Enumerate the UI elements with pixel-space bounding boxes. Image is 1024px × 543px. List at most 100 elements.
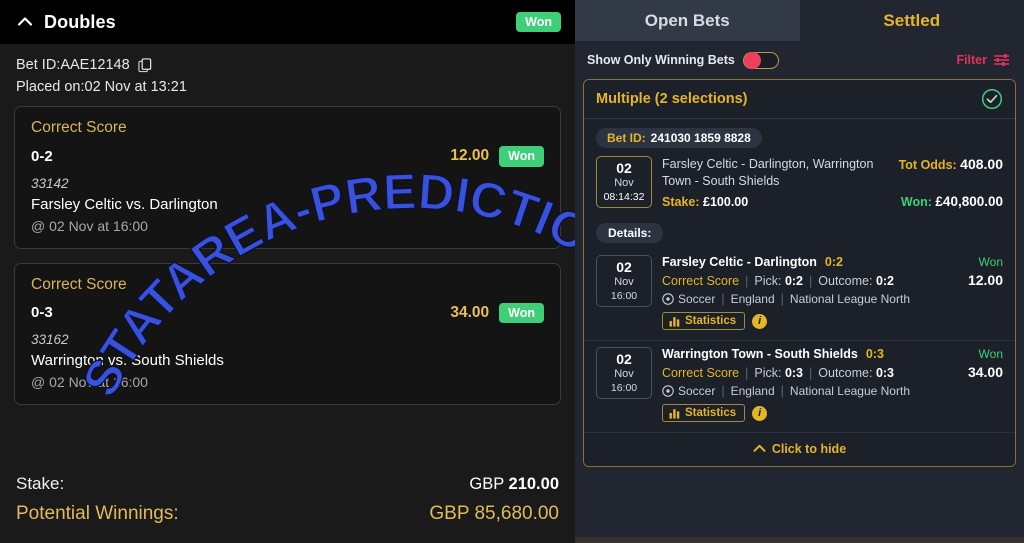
tot-odds-label: Tot Odds: — [898, 158, 957, 172]
bet-cards-list: Correct Score 0-2 12.00 Won 33142 Farsle… — [0, 106, 575, 463]
filter-button[interactable]: Filter — [956, 53, 1010, 67]
summary-stake-row: Stake: £100.00 Won: £40,800.00 — [662, 194, 1003, 209]
stake-value: £100.00 — [703, 195, 749, 209]
status-badge: Won — [516, 11, 561, 33]
pick-group: Pick: 0:2 — [754, 274, 803, 288]
outcome-group: Outcome: 0:3 — [818, 366, 894, 380]
statistics-button[interactable]: Statistics — [662, 404, 746, 422]
pick-label: Pick: — [754, 366, 782, 380]
winning-bets-toggle-label: Show Only Winning Bets — [587, 53, 735, 67]
toggle-knob — [743, 51, 761, 69]
date-time: 16:00 — [610, 290, 638, 302]
separator: | — [780, 292, 784, 306]
doubles-header[interactable]: Doubles Won — [0, 0, 575, 44]
selection-actions-row: Statistics i — [662, 312, 1003, 330]
outcome-label: Outcome: — [818, 274, 873, 288]
multiple-summary: 02 Nov 08:14:32 Farsley Celtic - Darling… — [584, 154, 1015, 219]
selection-market-row: Correct Score | Pick: 0:3 | Outcome: 0:3… — [662, 364, 1003, 380]
selection-category-row: Soccer | England | National League North — [662, 384, 1003, 398]
pick-odds-row: 0-2 12.00 Won — [31, 146, 544, 167]
stake-amount: 210.00 — [508, 475, 559, 493]
outcome-group: Outcome: 0:2 — [818, 274, 894, 288]
country-label: England — [730, 292, 775, 306]
summary-events-row: Farsley Celtic - Darlington, Warrington … — [662, 156, 1003, 190]
country-label: England — [730, 384, 775, 398]
page-title: Doubles — [44, 11, 116, 32]
pick-label: Pick: — [754, 274, 782, 288]
league-label: National League North — [789, 384, 910, 398]
selection-market-row: Correct Score | Pick: 0:2 | Outcome: 0:2… — [662, 272, 1003, 288]
league-label: National League North — [789, 292, 910, 306]
separator: | — [780, 384, 784, 398]
stake-label: Stake: — [16, 474, 65, 493]
teams-label: Farsley Celtic vs. Darlington — [31, 195, 218, 213]
bar-chart-icon — [669, 408, 680, 419]
date-month: Nov — [614, 177, 634, 189]
click-to-hide-label: Click to hide — [771, 441, 847, 456]
pick-value: 0:3 — [784, 366, 804, 380]
status-badge: Won — [499, 146, 544, 167]
tab-bar: Open Bets Settled — [575, 0, 1024, 41]
sport-label: Soccer — [678, 292, 716, 306]
selection-body: Farsley Celtic - Darlington 0:2 Won Corr… — [652, 255, 1003, 330]
pick-value: 0-3 — [31, 304, 53, 322]
teams-label: Warrington vs. South Shields — [31, 352, 224, 369]
sport-label: Soccer — [678, 384, 716, 398]
selection-odds: 12.00 — [967, 272, 1003, 288]
stake-row: Stake: GBP 210.00 — [16, 469, 559, 499]
bet-id-label: Bet ID: — [607, 131, 646, 145]
match-name: Farsley Celtic - Darlington — [662, 255, 817, 269]
selection-row[interactable]: 02 Nov 16:00 Warrington Town - South Shi… — [584, 340, 1015, 432]
selection-actions-row: Statistics i — [662, 404, 1003, 422]
selection-category-row: Soccer | England | National League North — [662, 292, 1003, 306]
details-chip[interactable]: Details: — [596, 223, 664, 243]
market-label: Correct Score — [662, 274, 740, 288]
stake-currency: GBP — [469, 475, 504, 493]
match-score: 0:2 — [824, 255, 843, 269]
tab-open-bets[interactable]: Open Bets — [575, 0, 800, 41]
statistics-button[interactable]: Statistics — [662, 312, 746, 330]
market-label: Correct Score — [31, 275, 127, 293]
bet-id-text: Bet ID:AAE12148 — [16, 57, 130, 73]
date-time: 16:00 — [610, 382, 638, 394]
tot-odds-value: 408.00 — [960, 156, 1003, 172]
match-name: Warrington Town - South Shields — [662, 347, 858, 361]
filter-bar: Show Only Winning Bets Filter — [575, 41, 1024, 79]
total-odds: Tot Odds: 408.00 — [899, 156, 1003, 174]
bottom-strip — [575, 537, 1024, 543]
multiple-bet-card: Multiple (2 selections) Bet ID: 241030 1… — [583, 79, 1016, 467]
bet-card[interactable]: Correct Score 0-2 12.00 Won 33142 Farsle… — [14, 106, 561, 249]
bet-id-value: 241030 1859 8828 — [650, 131, 751, 145]
multiple-card-header: Multiple (2 selections) — [584, 80, 1015, 119]
bar-chart-icon — [669, 316, 680, 327]
info-icon[interactable]: i — [752, 405, 768, 421]
statistics-label: Statistics — [685, 315, 737, 327]
betslip-footer: Stake: GBP 210.00 Potential Winnings: GB… — [0, 463, 575, 543]
selection-body: Warrington Town - South Shields 0:3 Won … — [652, 347, 1003, 422]
market-label: Correct Score — [31, 119, 127, 136]
click-to-hide-button[interactable]: Click to hide — [584, 432, 1015, 466]
info-icon[interactable]: i — [752, 313, 768, 329]
winning-bets-toggle[interactable] — [742, 51, 779, 69]
selection-match-row: Warrington Town - South Shields 0:3 Won — [662, 347, 1003, 361]
soccer-icon — [662, 293, 674, 305]
separator: | — [809, 366, 813, 380]
tab-settled[interactable]: Settled — [799, 0, 1024, 41]
summary-body: Farsley Celtic - Darlington, Warrington … — [652, 156, 1003, 209]
kickoff-time: @ 02 Nov at 16:00 — [31, 374, 148, 390]
bet-card[interactable]: Correct Score 0-3 34.00 Won 33162 Warrin… — [14, 262, 561, 405]
chevron-up-icon[interactable] — [14, 11, 36, 33]
separator: | — [809, 274, 813, 288]
bet-id-chip[interactable]: Bet ID: 241030 1859 8828 — [596, 128, 762, 148]
date-month: Nov — [614, 368, 634, 380]
selection-row[interactable]: 02 Nov 16:00 Farsley Celtic - Darlington… — [584, 249, 1015, 340]
date-day: 02 — [616, 259, 632, 275]
selection-status: Won — [978, 347, 1003, 361]
settled-bets-list: Multiple (2 selections) Bet ID: 241030 1… — [575, 79, 1024, 537]
pick-odds-row: 0-3 34.00 Won — [31, 302, 544, 323]
date-day: 02 — [616, 160, 632, 176]
click-to-hide-inner: Click to hide — [753, 442, 846, 456]
won-label: Won: — [900, 195, 932, 209]
copy-icon[interactable] — [138, 57, 154, 73]
sliders-icon — [993, 53, 1010, 67]
